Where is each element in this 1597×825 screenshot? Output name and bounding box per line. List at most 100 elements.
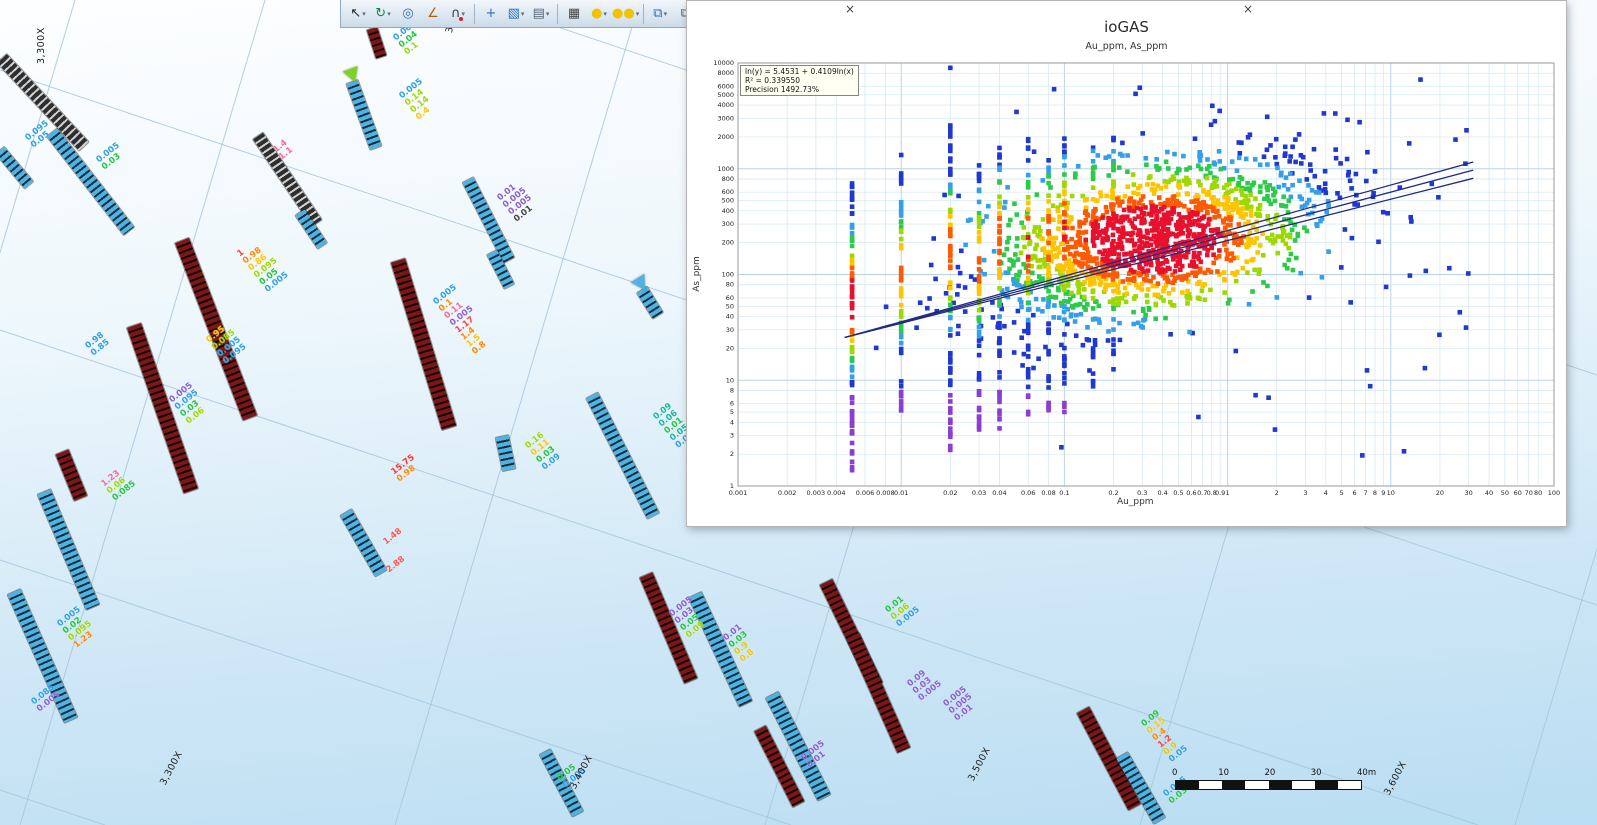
svg-text:5000: 5000 (717, 91, 734, 99)
svg-text:20: 20 (726, 344, 734, 352)
regression-annotation: ln(y) = 5.4531 + 0.4109ln(x) R² = 0.3395… (740, 65, 859, 96)
y-axis-label: As_ppm (692, 256, 702, 292)
svg-text:6: 6 (1353, 489, 1357, 497)
scale-bar-segment (1199, 781, 1222, 789)
select-arrow-icon: ↖ (350, 7, 361, 20)
svg-text:40: 40 (1485, 489, 1493, 497)
regression-equation: ln(y) = 5.4531 + 0.4109ln(x) (745, 67, 854, 76)
svg-text:0.4: 0.4 (1157, 489, 1167, 497)
chevron-down-icon: ▾ (636, 10, 640, 18)
svg-text:3000: 3000 (717, 114, 734, 122)
bulb-button[interactable]: ●▾ (587, 3, 611, 25)
svg-text:0.08: 0.08 (1041, 489, 1055, 497)
svg-text:3: 3 (730, 432, 734, 440)
svg-text:80: 80 (726, 281, 734, 289)
screen: 0.0950.050.0050.031.41.10.0050.040.10.00… (0, 0, 1597, 825)
scale-bar-label: 0 (1172, 768, 1177, 778)
svg-text:0.003: 0.003 (807, 489, 826, 497)
protractor-icon: ∠ (427, 7, 439, 20)
svg-text:0.1: 0.1 (1059, 489, 1069, 497)
svg-text:8000: 8000 (717, 69, 734, 77)
layers-button[interactable]: ⧉▾ (648, 3, 672, 25)
scale-bar-segment (1176, 781, 1199, 789)
scatter-points (850, 66, 1471, 473)
svg-text:0.03: 0.03 (972, 489, 986, 497)
svg-text:0.06: 0.06 (1021, 489, 1035, 497)
svg-text:0.6: 0.6 (1186, 489, 1196, 497)
grid-coordinate-label: 3,300X (158, 750, 185, 788)
pan-icon: + (486, 7, 497, 20)
chevron-down-icon: ▾ (362, 10, 366, 18)
chevron-down-icon: ▾ (603, 10, 607, 18)
scale-bar-segment (1269, 781, 1292, 789)
cube-wire-button[interactable]: ▤▾ (529, 3, 553, 25)
svg-text:100: 100 (1548, 489, 1560, 497)
target-button[interactable]: ◎ (396, 3, 420, 25)
svg-text:0.2: 0.2 (1108, 489, 1118, 497)
toolbar-separator (643, 4, 644, 24)
svg-text:1000: 1000 (717, 165, 734, 173)
svg-text:60: 60 (1514, 489, 1522, 497)
cube-wire-icon: ▤ (533, 7, 545, 20)
regression-precision: Precision 1492.73% (745, 85, 854, 94)
svg-text:0.02: 0.02 (943, 489, 957, 497)
bulb-icon: ● (591, 7, 602, 20)
grid-coordinate-label: 3,500X (966, 746, 993, 784)
svg-text:800: 800 (722, 175, 734, 183)
svg-text:40: 40 (726, 313, 734, 321)
svg-text:4: 4 (1324, 489, 1328, 497)
chart-tick-labels: 0.0010.0020.0030.0040.0060.0080.010.020.… (713, 59, 1560, 497)
grid-button[interactable]: ▦ (562, 3, 586, 25)
scale-bar-segment (1338, 781, 1361, 789)
svg-text:6000: 6000 (717, 82, 734, 90)
scale-bar-label: 40m (1357, 768, 1376, 778)
scale-bar: 010203040m (1175, 768, 1361, 790)
toolbar-separator (474, 4, 475, 24)
svg-text:20: 20 (1436, 489, 1444, 497)
scale-bar-label: 30 (1311, 768, 1322, 778)
chevron-down-icon: ▾ (664, 10, 668, 18)
scale-bar-segment (1222, 781, 1245, 789)
select-arrow-button[interactable]: ↖▾ (346, 3, 370, 25)
svg-text:600: 600 (722, 188, 734, 196)
svg-text:60: 60 (726, 294, 734, 302)
regression-r2: R² = 0.339550 (745, 76, 854, 85)
svg-text:500: 500 (722, 197, 734, 205)
scatter-outlier-point (948, 66, 953, 71)
svg-text:30: 30 (1465, 489, 1473, 497)
scale-bar-segment (1292, 781, 1315, 789)
svg-text:0.004: 0.004 (827, 489, 846, 497)
svg-text:200: 200 (722, 239, 734, 247)
rotate-button[interactable]: ↻▾ (371, 3, 395, 25)
svg-text:4000: 4000 (717, 101, 734, 109)
chevron-down-icon: ▾ (387, 10, 391, 18)
svg-text:0.3: 0.3 (1137, 489, 1147, 497)
svg-text:70: 70 (1525, 489, 1533, 497)
svg-text:0.002: 0.002 (778, 489, 797, 497)
chevron-down-icon: ▾ (521, 10, 525, 18)
svg-text:10: 10 (726, 376, 734, 384)
snap-dot-icon (459, 17, 463, 21)
svg-text:0.9: 0.9 (1215, 489, 1225, 497)
snap-button[interactable]: ∩▾ (446, 3, 470, 25)
scale-bar-label: 10 (1218, 768, 1229, 778)
scale-bar-segment (1245, 781, 1268, 789)
pan-button[interactable]: + (479, 3, 503, 25)
svg-text:8: 8 (1373, 489, 1377, 497)
protractor-button[interactable]: ∠ (421, 3, 445, 25)
cube-button[interactable]: ▧▾ (504, 3, 528, 25)
svg-text:8: 8 (730, 386, 734, 394)
svg-text:1: 1 (730, 482, 734, 490)
grid-coordinate-label: 3,600X (1382, 760, 1409, 798)
svg-text:0.5: 0.5 (1173, 489, 1183, 497)
svg-text:0.006: 0.006 (856, 489, 875, 497)
svg-text:50: 50 (1501, 489, 1509, 497)
svg-text:6: 6 (730, 400, 734, 408)
layers-icon: ⧉ (653, 7, 662, 20)
bulbs-button[interactable]: ●●▾ (612, 3, 639, 25)
svg-text:2000: 2000 (717, 133, 734, 141)
svg-text:30: 30 (726, 326, 734, 334)
svg-text:0.001: 0.001 (729, 489, 748, 497)
svg-text:0.04: 0.04 (992, 489, 1006, 497)
grid-icon: ▦ (568, 7, 580, 20)
